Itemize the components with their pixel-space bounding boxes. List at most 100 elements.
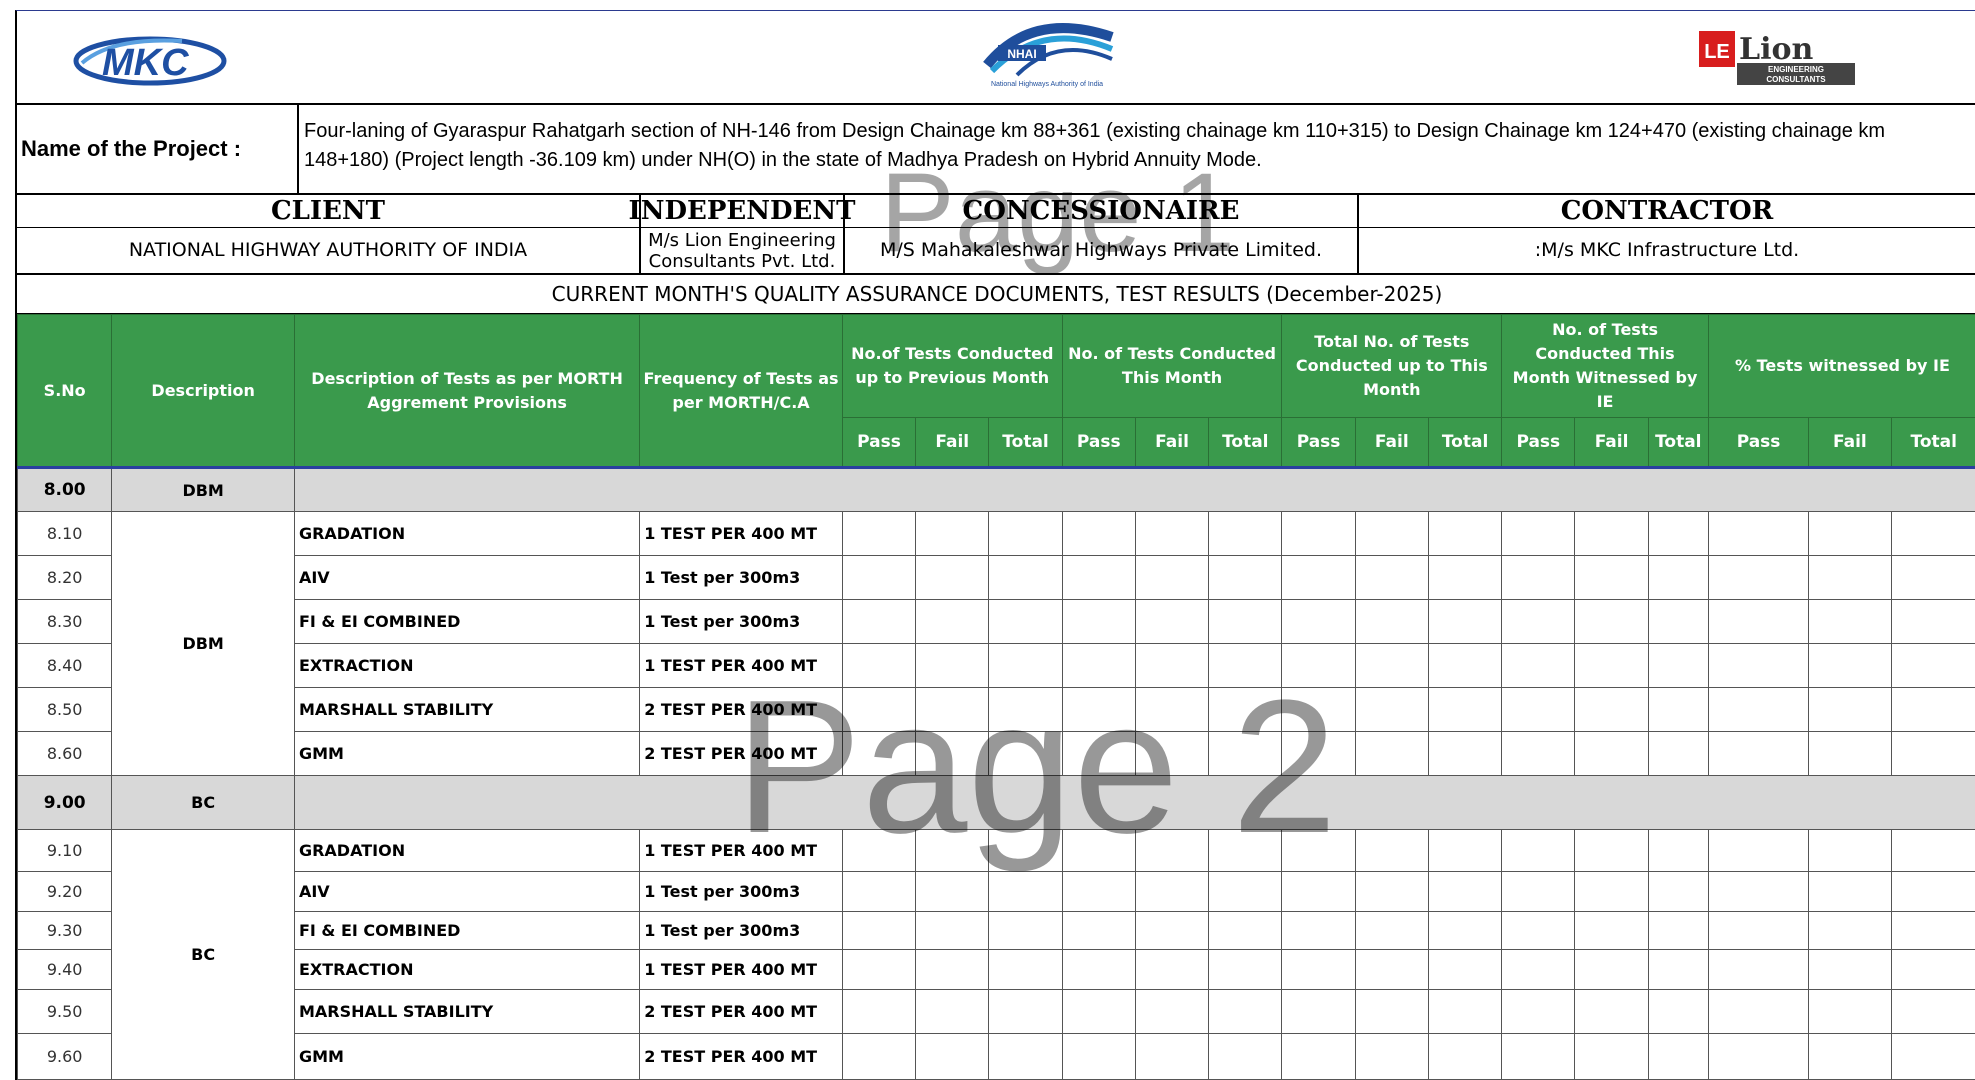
result-cell[interactable] [1355, 830, 1428, 872]
result-cell[interactable] [842, 912, 915, 950]
result-cell[interactable] [1062, 600, 1135, 644]
result-cell[interactable] [1282, 556, 1355, 600]
result-cell[interactable] [842, 732, 915, 776]
result-cell[interactable] [1708, 600, 1808, 644]
result-cell[interactable] [1355, 556, 1428, 600]
result-cell[interactable] [1648, 600, 1708, 644]
result-cell[interactable] [1809, 830, 1891, 872]
result-cell[interactable] [1708, 644, 1808, 688]
result-cell[interactable] [842, 872, 915, 912]
result-cell[interactable] [1209, 556, 1282, 600]
result-cell[interactable] [1355, 872, 1428, 912]
result-cell[interactable] [842, 990, 915, 1034]
result-cell[interactable] [1282, 732, 1355, 776]
result-cell[interactable] [1891, 556, 1975, 600]
result-cell[interactable] [1135, 688, 1208, 732]
result-cell[interactable] [1502, 556, 1575, 600]
result-cell[interactable] [1282, 912, 1355, 950]
result-cell[interactable] [1809, 912, 1891, 950]
result-cell[interactable] [989, 830, 1062, 872]
result-cell[interactable] [1891, 600, 1975, 644]
result-cell[interactable] [1428, 512, 1501, 556]
result-cell[interactable] [1209, 688, 1282, 732]
result-cell[interactable] [1575, 990, 1648, 1034]
result-cell[interactable] [1209, 600, 1282, 644]
result-cell[interactable] [1809, 872, 1891, 912]
result-cell[interactable] [842, 556, 915, 600]
result-cell[interactable] [1708, 688, 1808, 732]
result-cell[interactable] [1891, 950, 1975, 990]
result-cell[interactable] [1355, 990, 1428, 1034]
result-cell[interactable] [1708, 872, 1808, 912]
result-cell[interactable] [1575, 556, 1648, 600]
result-cell[interactable] [1209, 912, 1282, 950]
result-cell[interactable] [1708, 990, 1808, 1034]
result-cell[interactable] [1062, 830, 1135, 872]
result-cell[interactable] [842, 600, 915, 644]
result-cell[interactable] [1355, 950, 1428, 990]
result-cell[interactable] [1428, 830, 1501, 872]
result-cell[interactable] [916, 732, 989, 776]
result-cell[interactable] [1062, 556, 1135, 600]
result-cell[interactable] [1135, 732, 1208, 776]
result-cell[interactable] [1282, 990, 1355, 1034]
result-cell[interactable] [916, 688, 989, 732]
result-cell[interactable] [1282, 644, 1355, 688]
result-cell[interactable] [916, 512, 989, 556]
result-cell[interactable] [1708, 512, 1808, 556]
result-cell[interactable] [1502, 990, 1575, 1034]
result-cell[interactable] [1809, 688, 1891, 732]
result-cell[interactable] [1135, 990, 1208, 1034]
result-cell[interactable] [1891, 512, 1975, 556]
result-cell[interactable] [1209, 732, 1282, 776]
result-cell[interactable] [1648, 872, 1708, 912]
result-cell[interactable] [1062, 512, 1135, 556]
result-cell[interactable] [1809, 990, 1891, 1034]
result-cell[interactable] [1502, 950, 1575, 990]
result-cell[interactable] [842, 688, 915, 732]
result-cell[interactable] [1891, 688, 1975, 732]
result-cell[interactable] [1708, 950, 1808, 990]
result-cell[interactable] [1502, 732, 1575, 776]
result-cell[interactable] [1648, 556, 1708, 600]
result-cell[interactable] [1355, 732, 1428, 776]
result-cell[interactable] [1648, 912, 1708, 950]
result-cell[interactable] [1428, 990, 1501, 1034]
result-cell[interactable] [1135, 950, 1208, 990]
result-cell[interactable] [1648, 732, 1708, 776]
result-cell[interactable] [989, 990, 1062, 1034]
result-cell[interactable] [1428, 644, 1501, 688]
result-cell[interactable] [916, 830, 989, 872]
result-cell[interactable] [989, 512, 1062, 556]
result-cell[interactable] [1209, 512, 1282, 556]
result-cell[interactable] [1209, 950, 1282, 990]
result-cell[interactable] [842, 512, 915, 556]
result-cell[interactable] [916, 990, 989, 1034]
result-cell[interactable] [1502, 644, 1575, 688]
result-cell[interactable] [1135, 644, 1208, 688]
result-cell[interactable] [1708, 830, 1808, 872]
result-cell[interactable] [1891, 990, 1975, 1034]
result-cell[interactable] [1575, 872, 1648, 912]
result-cell[interactable] [1575, 644, 1648, 688]
result-cell[interactable] [989, 556, 1062, 600]
result-cell[interactable] [1502, 830, 1575, 872]
result-cell[interactable] [1428, 556, 1501, 600]
result-cell[interactable] [916, 556, 989, 600]
result-cell[interactable] [1355, 644, 1428, 688]
result-cell[interactable] [1428, 912, 1501, 950]
result-cell[interactable] [842, 950, 915, 990]
result-cell[interactable] [1708, 912, 1808, 950]
result-cell[interactable] [1648, 644, 1708, 688]
result-cell[interactable] [1575, 732, 1648, 776]
result-cell[interactable] [1708, 732, 1808, 776]
result-cell[interactable] [1209, 644, 1282, 688]
result-cell[interactable] [1502, 912, 1575, 950]
result-cell[interactable] [1809, 556, 1891, 600]
result-cell[interactable] [1809, 950, 1891, 990]
result-cell[interactable] [1575, 830, 1648, 872]
result-cell[interactable] [916, 950, 989, 990]
result-cell[interactable] [1428, 872, 1501, 912]
result-cell[interactable] [1648, 990, 1708, 1034]
result-cell[interactable] [1135, 830, 1208, 872]
